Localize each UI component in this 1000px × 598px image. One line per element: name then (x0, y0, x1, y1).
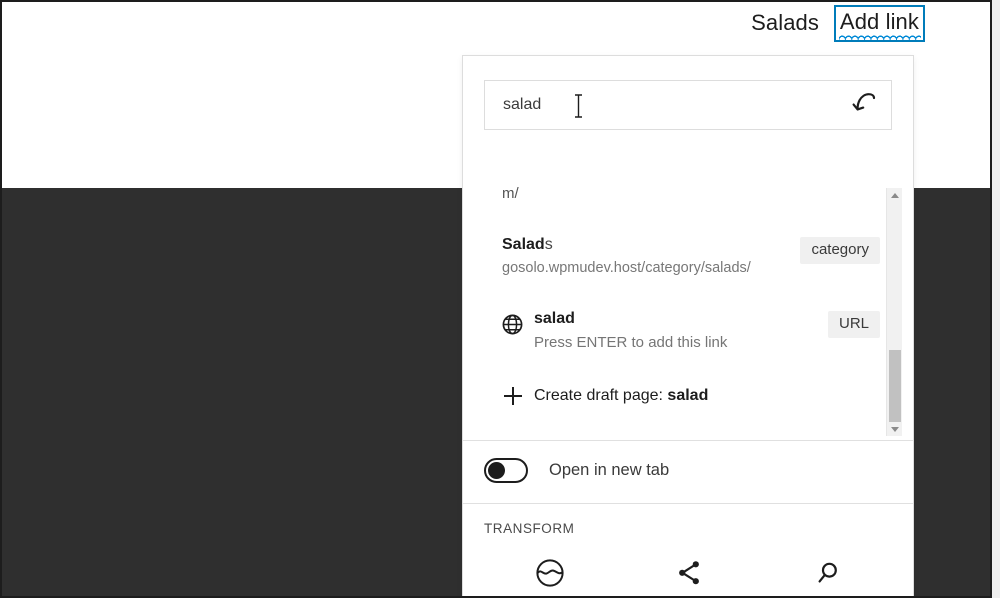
link-search-field[interactable] (484, 80, 892, 130)
chevron-down-icon[interactable] (887, 422, 903, 436)
result-text-block: salad Press ENTER to add this link (534, 309, 818, 354)
divider (463, 503, 913, 504)
result-title-match: salad (534, 310, 575, 327)
result-title: salad (534, 309, 818, 329)
open-in-new-tab-label: Open in new tab (549, 461, 670, 479)
transform-section-header: TRANSFORM (484, 521, 575, 536)
chevron-up-icon[interactable] (887, 188, 903, 202)
results-scrollbar[interactable] (886, 188, 902, 436)
open-in-new-tab-toggle[interactable] (484, 458, 528, 483)
result-title: Salads (502, 235, 790, 255)
result-partial-url-text: m/ (502, 185, 519, 202)
create-draft-page-item[interactable]: Create draft page: salad (464, 385, 900, 407)
screen-canvas: Salads Add link salad m/ Salads gosolo.w… (0, 0, 1000, 598)
create-draft-term: salad (667, 387, 709, 404)
transform-option-site-logo[interactable]: Site Logo (480, 556, 619, 596)
list-item[interactable]: salad Press ENTER to add this link URL (464, 309, 900, 354)
result-text-block: Salads gosolo.wpmudev.host/category/sala… (502, 235, 790, 279)
create-draft-page-label: Create draft page: salad (534, 387, 708, 405)
open-in-new-tab-row[interactable]: Open in new tab (484, 458, 669, 483)
divider (463, 440, 913, 441)
share-icon (674, 556, 704, 590)
browser-viewport: Salads Add link salad m/ Salads gosolo.w… (0, 0, 992, 598)
site-logo-icon (535, 556, 565, 590)
plus-icon (502, 385, 534, 407)
transform-option-search[interactable]: Search (759, 556, 898, 596)
wavy-underline-decoration (838, 35, 921, 40)
status-badge: URL (827, 311, 880, 338)
result-hint: Press ENTER to add this link (534, 334, 728, 351)
nav-item-add-link[interactable]: Add link (833, 5, 925, 42)
create-draft-prefix: Create draft page: (534, 387, 668, 404)
enter-return-arrow-icon[interactable] (839, 81, 891, 129)
result-title-match: Salad (502, 236, 545, 253)
list-item[interactable]: Salads gosolo.wpmudev.host/category/sala… (464, 235, 900, 279)
link-search-input[interactable] (485, 95, 839, 115)
status-badge: category (800, 237, 880, 264)
link-search-results-list: m/ Salads gosolo.wpmudev.host/category/s… (464, 135, 900, 438)
toggle-knob (488, 462, 505, 479)
result-url: gosolo.wpmudev.host/category/salads/ (502, 260, 751, 276)
result-title-rest: s (544, 236, 553, 253)
nav-item-add-link-label: Add link (839, 9, 919, 34)
link-control-popover: m/ Salads gosolo.wpmudev.host/category/s… (462, 55, 914, 596)
transform-option-social-icons[interactable]: Social Icons (619, 556, 758, 596)
nav-item-salads[interactable]: Salads (751, 10, 819, 36)
transform-options-grid: Site Logo Social Icons (480, 556, 898, 596)
globe-icon (502, 314, 534, 340)
magnifier-icon (813, 556, 843, 590)
scrollbar-thumb[interactable] (889, 350, 901, 422)
